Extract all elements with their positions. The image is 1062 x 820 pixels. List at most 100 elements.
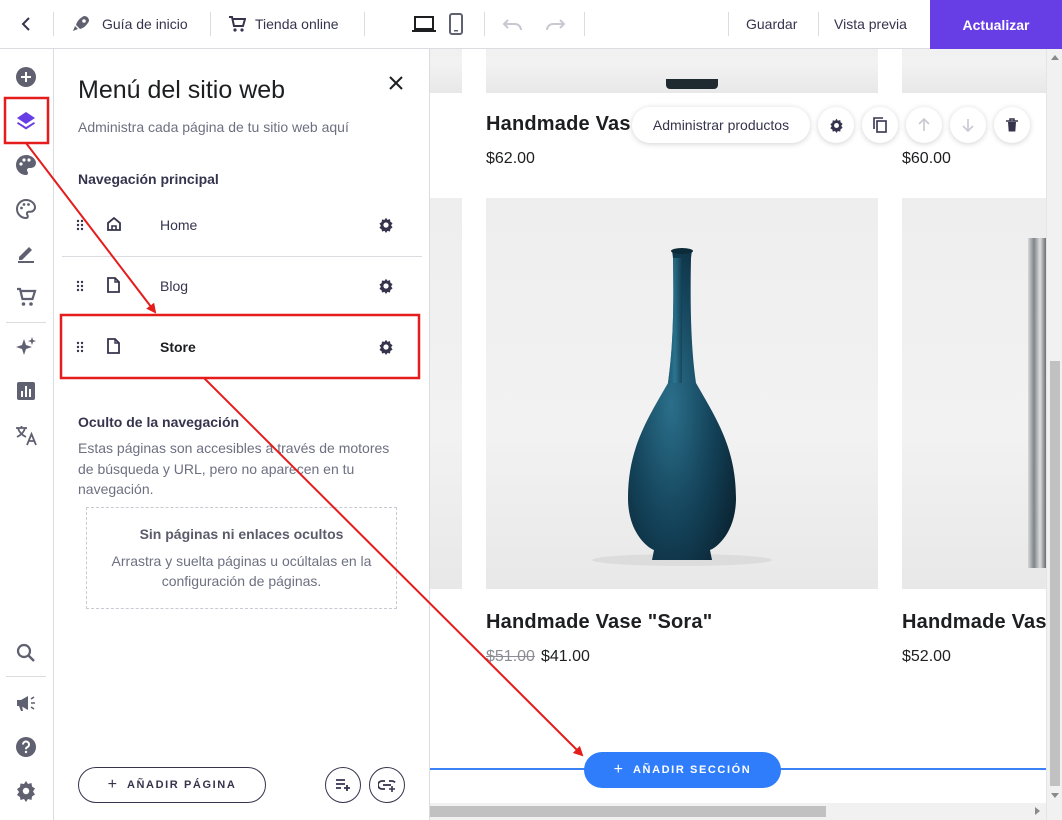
product-image[interactable] xyxy=(486,198,878,589)
page-icon xyxy=(106,277,120,298)
settings-button[interactable] xyxy=(9,774,43,808)
store-button[interactable] xyxy=(9,280,43,314)
horizontal-scrollbar[interactable] xyxy=(430,803,1046,820)
page-settings-button[interactable] xyxy=(378,278,394,299)
vertical-scrollbar[interactable] xyxy=(1046,49,1062,820)
horizontal-scroll-thumb[interactable] xyxy=(430,806,826,817)
rocket-icon xyxy=(70,13,92,35)
gear-icon xyxy=(379,339,393,355)
gear-icon xyxy=(379,217,393,233)
cart-icon xyxy=(228,15,246,33)
search-icon xyxy=(16,643,35,662)
online-store-button[interactable]: Tienda online xyxy=(228,0,339,48)
redo-button[interactable] xyxy=(544,0,566,48)
empty-state-title: Sin páginas ni enlaces ocultos xyxy=(139,526,344,542)
product-image[interactable] xyxy=(902,49,1046,93)
main-nav-heading: Navegación principal xyxy=(78,171,219,187)
add-circle-icon xyxy=(16,67,36,87)
gear-icon xyxy=(829,118,843,133)
desktop-view-button[interactable] xyxy=(412,0,436,48)
preview-button[interactable]: Vista previa xyxy=(834,0,907,48)
gear-icon xyxy=(17,781,35,802)
search-button[interactable] xyxy=(9,636,43,670)
sparkles-icon xyxy=(16,337,36,355)
redo-icon xyxy=(546,19,566,31)
element-settings-button[interactable] xyxy=(818,107,854,143)
nav-item-home[interactable]: Home xyxy=(62,196,422,256)
ai-tools-button[interactable] xyxy=(9,330,43,364)
drag-handle-icon[interactable] xyxy=(76,218,84,236)
add-section-button[interactable]: + AÑADIR SECCIÓN xyxy=(584,752,781,788)
nav-item-store[interactable]: Store xyxy=(62,318,422,378)
product-image[interactable] xyxy=(486,49,878,93)
drag-handle-icon[interactable] xyxy=(76,279,84,297)
palette-outline-icon xyxy=(16,198,37,220)
product-image[interactable] xyxy=(430,198,462,589)
add-page-label: AÑADIR PÁGINA xyxy=(126,779,237,791)
colors-button[interactable] xyxy=(9,148,43,182)
page-settings-button[interactable] xyxy=(378,217,394,238)
plus-icon: + xyxy=(613,761,623,778)
move-down-button[interactable] xyxy=(950,107,986,143)
product-image[interactable] xyxy=(430,49,462,93)
save-button[interactable]: Guardar xyxy=(746,0,797,48)
site-menu-panel: Menú del sitio web Administra cada págin… xyxy=(54,49,430,820)
add-section-label: AÑADIR SECCIÓN xyxy=(632,764,752,776)
product-title[interactable]: Handmade Vas xyxy=(486,113,631,136)
product-price: $52.00 xyxy=(902,648,951,665)
manage-products-button[interactable]: Administrar productos xyxy=(632,107,810,143)
home-icon xyxy=(106,216,122,237)
getting-started-label: Guía de inicio xyxy=(102,16,188,32)
tool-rail xyxy=(0,49,54,820)
panel-subtitle: Administra cada página de tu sitio web a… xyxy=(78,119,349,135)
mobile-view-button[interactable] xyxy=(449,0,463,48)
styles-button[interactable] xyxy=(9,192,43,226)
product-title[interactable]: Handmade Vase "Sora" xyxy=(486,611,712,634)
translate-button[interactable] xyxy=(9,418,43,452)
add-list-button[interactable] xyxy=(325,767,361,803)
nav-item-blog[interactable]: Blog xyxy=(62,257,422,317)
undo-button[interactable] xyxy=(502,0,524,48)
trash-icon xyxy=(1006,118,1018,132)
hidden-pages-dropzone[interactable]: Sin páginas ni enlaces ocultos Arrastra … xyxy=(86,507,397,609)
add-page-button[interactable]: + AÑADIR PÁGINA xyxy=(78,767,266,803)
move-up-button[interactable] xyxy=(906,107,942,143)
duplicate-button[interactable] xyxy=(862,107,898,143)
close-panel-button[interactable] xyxy=(386,73,406,93)
plus-icon: + xyxy=(107,776,117,793)
empty-state-description: Arrastra y suelta páginas u ocúltalas en… xyxy=(111,553,372,589)
delete-button[interactable] xyxy=(994,107,1030,143)
add-link-button[interactable] xyxy=(369,767,405,803)
arrow-up-icon xyxy=(918,118,930,131)
sale-price: $41.00 xyxy=(540,648,590,665)
top-bar: Guía de inicio Tienda online Guardar Vis… xyxy=(0,0,1062,49)
panel-title: Menú del sitio web xyxy=(78,76,286,104)
help-button[interactable] xyxy=(9,730,43,764)
vertical-scroll-thumb[interactable] xyxy=(1050,361,1060,786)
nav-item-label: Store xyxy=(160,339,196,355)
product-image[interactable] xyxy=(902,198,1046,589)
nav-item-label: Blog xyxy=(160,278,189,294)
cart-icon xyxy=(17,287,37,306)
drag-handle-icon[interactable] xyxy=(76,340,84,358)
update-button[interactable]: Actualizar xyxy=(930,0,1062,49)
layers-button[interactable] xyxy=(9,104,43,138)
bar-chart-icon xyxy=(17,382,35,400)
getting-started-button[interactable]: Guía de inicio xyxy=(70,0,188,48)
page-settings-button[interactable] xyxy=(378,339,394,360)
megaphone-icon xyxy=(17,696,35,711)
chevron-left-icon xyxy=(21,17,30,31)
product-title[interactable]: Handmade Vas xyxy=(902,611,1046,634)
arrow-down-icon xyxy=(962,119,974,132)
analytics-button[interactable] xyxy=(9,374,43,408)
pen-icon xyxy=(18,247,34,263)
back-button[interactable] xyxy=(14,0,38,48)
translate-icon xyxy=(16,426,37,446)
marketing-button[interactable] xyxy=(9,686,43,720)
add-element-button[interactable] xyxy=(9,60,43,94)
close-icon xyxy=(389,76,403,90)
help-icon xyxy=(16,737,36,757)
hidden-nav-heading: Oculto de la navegación xyxy=(78,414,240,430)
edit-button[interactable] xyxy=(9,236,43,270)
undo-icon xyxy=(502,19,522,31)
